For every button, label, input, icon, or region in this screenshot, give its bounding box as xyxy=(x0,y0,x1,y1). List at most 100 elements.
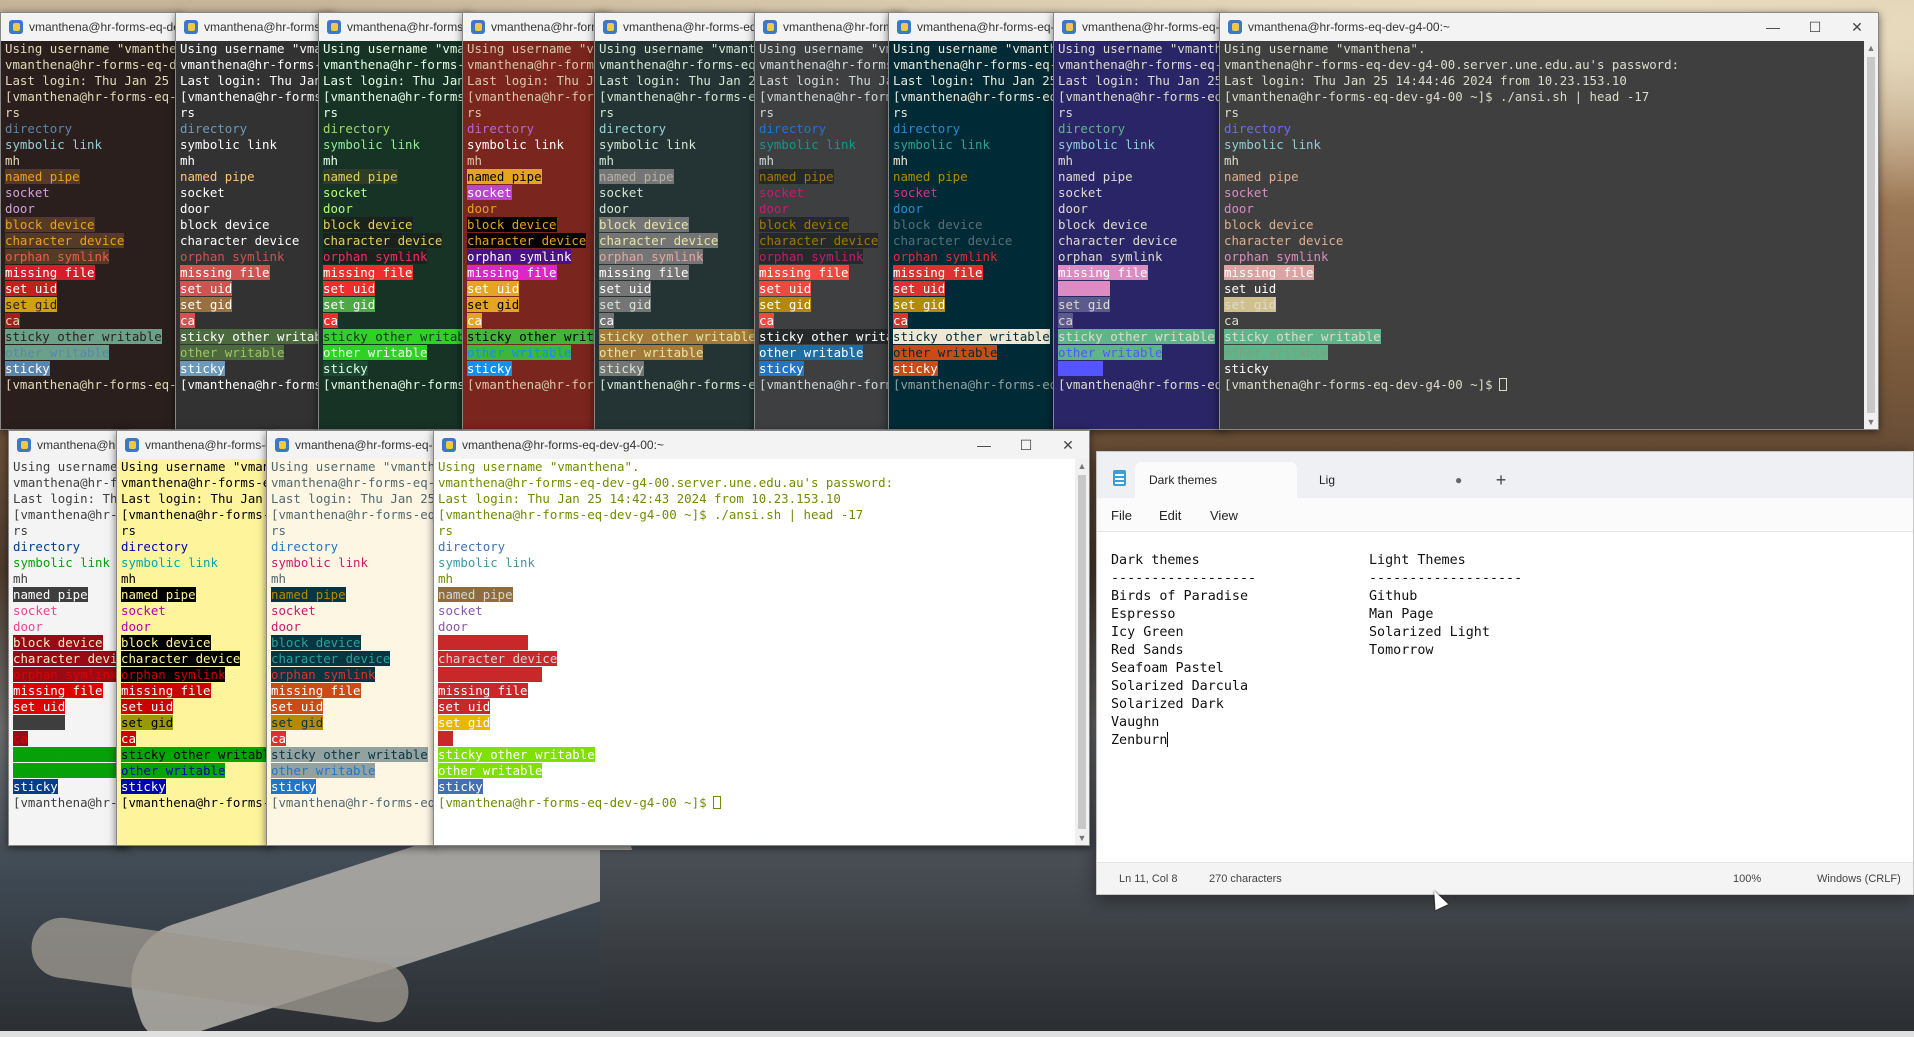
terminal-line-text: rs xyxy=(599,105,614,120)
terminal-scrollbar[interactable]: ▲ ▼ xyxy=(1075,459,1089,845)
unsaved-dot-icon[interactable]: ● xyxy=(1455,462,1462,498)
terminal-line: symbolic link xyxy=(5,137,181,153)
terminal-line: rs xyxy=(1058,105,1224,121)
putty-icon xyxy=(184,20,198,34)
terminal-window[interactable]: vmanthena@hr-forms-eq-dev-g4-00:~ Using u… xyxy=(266,430,436,846)
terminal-title-bar[interactable]: vmanthena@hr-forms-eq-dev-g4-00:~ xyxy=(595,13,757,41)
tab-dark-themes[interactable]: Dark themes xyxy=(1135,462,1297,498)
terminal-title: vmanthena@hr-forms-eq-dev-g4-00:~ xyxy=(783,20,903,34)
terminal-title: vmanthena@hr-forms-eq-dev-g4-00:~ xyxy=(295,438,435,452)
terminal-line-text: block device xyxy=(271,635,361,650)
terminal-line-text: [vmanthena@hr-forms-eq-dev-g4-00 ~]$ xyxy=(180,377,334,392)
new-tab-button[interactable]: + xyxy=(1487,462,1515,498)
scroll-up-icon[interactable]: ▲ xyxy=(1075,459,1089,473)
notepad-text-line: Man Page xyxy=(1369,607,1434,622)
terminal-line: Last login: Thu Jan 25 14:44:46 2024 fro… xyxy=(1224,73,1679,89)
terminal-line: symbolic link xyxy=(121,555,271,571)
line-ending[interactable]: Windows (CRLF) xyxy=(1817,873,1901,885)
terminal-title-bar[interactable]: vmanthena@hr-forms-eq-dev-g4-00:~ xyxy=(1,13,181,41)
terminal-line-text: [vmanthena@hr-forms-eq-dev-g4-00 ~]$ xyxy=(438,795,707,810)
terminal-line: block device xyxy=(438,635,893,651)
menu-file[interactable]: File xyxy=(1111,508,1132,523)
terminal-line: Using username "vmanthena". xyxy=(323,41,471,57)
terminal-title-bar[interactable]: vmanthena@hr-forms-eq-dev-g4-00:~ xyxy=(176,13,334,41)
minimize-button[interactable]: — xyxy=(1752,13,1794,41)
terminal-window[interactable]: vmanthena@hr-forms-eq-dev-g4-00:~ Using u… xyxy=(462,12,610,430)
menu-view[interactable]: View xyxy=(1210,508,1238,523)
terminal-title-bar[interactable]: vmanthena@hr-forms-eq-dev-g4-00:~ xyxy=(267,431,435,459)
zoom-level[interactable]: 100% xyxy=(1733,873,1761,885)
terminal-line: sticky xyxy=(759,361,903,377)
terminal-title-bar[interactable]: vmanthena@hr-forms-eq-dev-g4-00:~ — ☐ ✕ xyxy=(434,431,1089,459)
terminal-line-text: Using username "vmanthena". xyxy=(271,459,436,474)
scroll-up-icon[interactable]: ▲ xyxy=(1864,41,1878,55)
terminal-window[interactable]: vmanthena@hr-forms-eq-dev-g4-00:~ Using u… xyxy=(0,12,182,430)
terminal-line-text: vmanthena@hr-forms-eq-dev-g4-00.server.u… xyxy=(180,57,334,72)
scroll-thumb[interactable] xyxy=(1078,475,1086,829)
terminal-line: missing file xyxy=(438,683,893,699)
tab-light-themes[interactable]: Lig ● xyxy=(1305,462,1465,498)
terminal-window[interactable]: vmanthena@hr-forms-eq-dev-g4-00:~ Using u… xyxy=(116,430,272,846)
terminal-line: rs xyxy=(271,523,435,539)
terminal-line-text: missing file xyxy=(438,683,528,698)
terminal-title-bar[interactable]: vmanthena@hr-forms-eq-dev-g4-00:~ xyxy=(463,13,609,41)
scroll-down-icon[interactable]: ▼ xyxy=(1075,831,1089,845)
terminal-line-text: sticky other writable xyxy=(13,747,127,762)
maximize-button[interactable]: ☐ xyxy=(1005,431,1047,459)
scroll-thumb[interactable] xyxy=(1867,57,1875,413)
terminal-line: vmanthena@hr-forms-eq-dev-g4-00.server.u… xyxy=(121,475,271,491)
terminal-title-bar[interactable]: vmanthena@hr-forms-eq-dev-g4-00:~ xyxy=(1054,13,1224,41)
terminal-window[interactable]: vmanthena@hr-forms-eq-dev-g4-00:~ Using u… xyxy=(888,12,1056,430)
terminal-window[interactable]: vmanthena@hr-forms-eq-dev-g4-00:~ Using u… xyxy=(1053,12,1225,430)
terminal-line: Using username "vmanthena". xyxy=(1058,41,1224,57)
terminal-title: vmanthena@hr-forms-eq-dev-g4-00:~ xyxy=(37,438,127,452)
terminal-line: set gid xyxy=(180,297,334,313)
terminal-line: orphan symlink xyxy=(759,249,903,265)
terminal-title-bar[interactable]: vmanthena@hr-forms-eq-dev-g4-00:~ xyxy=(117,431,271,459)
terminal-line: character device xyxy=(271,651,435,667)
terminal-line: vmanthena@hr-forms-eq-dev-g4-00.server.u… xyxy=(759,57,903,73)
terminal-title: vmanthena@hr-forms-eq-dev-g4-00:~ xyxy=(204,20,334,34)
terminal-line-text: missing file xyxy=(5,265,95,280)
terminal-line-text: Using username "vmanthena". xyxy=(1224,41,1426,56)
terminal-line: sticky xyxy=(467,361,609,377)
scroll-down-icon[interactable]: ▼ xyxy=(1864,415,1878,429)
terminal-scrollbar[interactable]: ▲ ▼ xyxy=(1864,41,1878,429)
terminal-line: named pipe xyxy=(438,587,893,603)
terminal-title-bar[interactable]: vmanthena@hr-forms-eq-dev-g4-00:~ xyxy=(755,13,903,41)
terminal-title-bar[interactable]: vmanthena@hr-forms-eq-dev-g4-00:~ xyxy=(9,431,127,459)
terminal-line: mh xyxy=(1224,153,1679,169)
terminal-output: Using username "vmanthena".vmanthena@hr-… xyxy=(467,41,609,393)
terminal-window[interactable]: vmanthena@hr-forms-eq-dev-g4-00:~ Using u… xyxy=(175,12,335,430)
terminal-line: named pipe xyxy=(1224,169,1679,185)
terminal-window[interactable]: vmanthena@hr-forms-eq-dev-g4-00:~ Using u… xyxy=(754,12,904,430)
terminal-window[interactable]: ▲ ▼ vmanthena@hr-forms-eq-dev-g4-00:~ — ☐ ✕ Us… xyxy=(433,430,1090,846)
notepad-window[interactable]: Dark themes Lig ● + File Edit View Dark t… xyxy=(1096,451,1914,895)
terminal-line: symbolic link xyxy=(438,555,893,571)
terminal-line: directory xyxy=(13,539,127,555)
terminal-title-bar[interactable]: vmanthena@hr-forms-eq-dev-g4-00:~ xyxy=(319,13,471,41)
terminal-line-text: missing file xyxy=(467,265,557,280)
menu-edit[interactable]: Edit xyxy=(1159,508,1181,523)
terminal-window[interactable]: ▲ ▼ vmanthena@hr-forms-eq-dev-g4-00:~ — ☐ ✕ Us… xyxy=(1219,12,1879,430)
maximize-button[interactable]: ☐ xyxy=(1794,13,1836,41)
terminal-title-bar[interactable]: vmanthena@hr-forms-eq-dev-g4-00:~ — ☐ ✕ xyxy=(1220,13,1878,41)
close-button[interactable]: ✕ xyxy=(1047,431,1089,459)
terminal-line: character device xyxy=(438,651,893,667)
close-button[interactable]: ✕ xyxy=(1836,13,1878,41)
terminal-line: socket xyxy=(1058,185,1224,201)
terminal-window[interactable]: vmanthena@hr-forms-eq-dev-g4-00:~ Using u… xyxy=(8,430,128,846)
terminal-line: sticky xyxy=(121,779,271,795)
terminal-line: set uid xyxy=(759,281,903,297)
terminal-line-text: sticky xyxy=(271,779,316,794)
notepad-menu-bar: File Edit View xyxy=(1097,498,1913,532)
terminal-line-text: sticky xyxy=(438,779,483,794)
terminal-line: ca xyxy=(5,313,181,329)
terminal-window[interactable]: vmanthena@hr-forms-eq-dev-g4-00:~ Using u… xyxy=(594,12,758,430)
terminal-title-bar[interactable]: vmanthena@hr-forms-eq-dev-g4-00:~ xyxy=(889,13,1055,41)
terminal-window[interactable]: vmanthena@hr-forms-eq-dev-g4-00:~ Using u… xyxy=(318,12,472,430)
minimize-button[interactable]: — xyxy=(963,431,1005,459)
terminal-line: sticky xyxy=(13,779,127,795)
notepad-editor[interactable]: Dark themes ------------------ Birds of Pa… xyxy=(1097,532,1913,862)
terminal-line-text: named pipe xyxy=(599,169,674,184)
